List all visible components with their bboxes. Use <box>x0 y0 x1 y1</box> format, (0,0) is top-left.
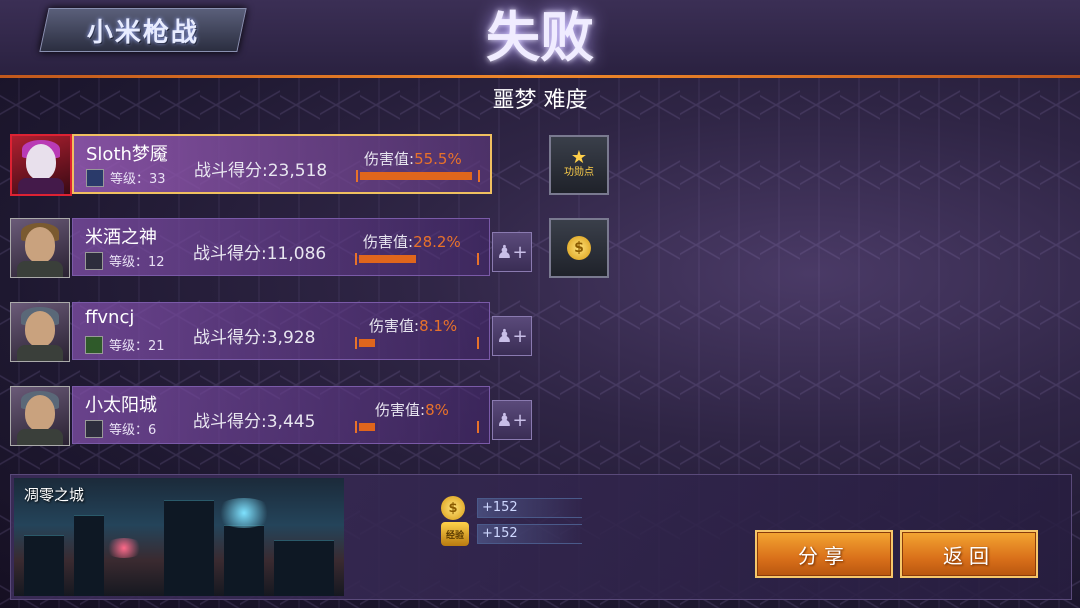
merit-icon: ★ 功勋点 <box>564 146 594 178</box>
player-panel: 小太阳城 等级：6 战斗得分:3,445 伤害值:8% <box>72 386 490 444</box>
player-row: 小太阳城 等级：6 战斗得分:3,445 伤害值:8% ♟+ <box>10 386 532 446</box>
damage-bar-fill <box>360 172 472 180</box>
player-row: Sloth梦魇 等级：33 战斗得分:23,518 伤害值:55.5% <box>10 134 492 196</box>
player-panel: 米酒之神 等级：12 战斗得分:11,086 伤害值:28.2% <box>72 218 490 276</box>
exp-icon: 经验 <box>441 522 469 546</box>
gold-coin-icon: $ <box>441 496 465 520</box>
player-name: 小太阳城 <box>85 395 157 416</box>
exp-reward: 经验 +152 <box>441 522 582 546</box>
damage-bar-fill <box>359 255 416 263</box>
gold-award-badge[interactable]: $ <box>549 218 609 278</box>
add-friend-button[interactable]: ♟+ <box>492 232 532 272</box>
rank-icon <box>85 335 103 354</box>
player-level: 等级：33 <box>110 172 166 187</box>
player-avatar <box>10 218 70 278</box>
back-button[interactable]: 返回 <box>900 530 1038 578</box>
damage-percent: 55.5% <box>414 150 462 168</box>
gold-reward-value: +152 <box>477 498 582 518</box>
player-avatar <box>10 302 70 362</box>
gold-coin-icon: $ <box>567 236 591 260</box>
player-level: 等级：21 <box>109 339 165 354</box>
map-image: 凋零之城 <box>14 478 344 596</box>
player-level: 等级：12 <box>109 255 165 270</box>
player-score: 战斗得分:11,086 <box>193 244 327 264</box>
map-name: 凋零之城 <box>24 486 85 504</box>
damage-percent: 28.2% <box>413 233 461 251</box>
add-friend-icon: ♟+ <box>496 241 528 263</box>
player-avatar <box>10 134 72 196</box>
player-level: 等级：6 <box>109 423 157 438</box>
damage-label: 伤害值:8.1% <box>369 317 458 335</box>
player-score: 战斗得分:23,518 <box>194 161 328 181</box>
player-score: 战斗得分:3,928 <box>193 328 316 348</box>
damage-label: 伤害值:55.5% <box>364 150 462 168</box>
game-logo: 小米枪战 <box>39 8 247 52</box>
gold-reward: $ +152 <box>441 496 582 520</box>
rank-icon <box>86 168 104 187</box>
damage-bar <box>356 170 480 182</box>
damage-percent: 8% <box>425 401 449 419</box>
player-row: 米酒之神 等级：12 战斗得分:11,086 伤害值:28.2% ♟+ <box>10 218 532 278</box>
player-name: 米酒之神 <box>85 227 157 248</box>
add-friend-button[interactable]: ♟+ <box>492 316 532 356</box>
damage-label: 伤害值:8% <box>375 401 449 419</box>
damage-bar <box>355 253 479 265</box>
rank-icon <box>85 419 103 438</box>
player-score: 战斗得分:3,445 <box>193 412 316 432</box>
add-friend-icon: ♟+ <box>496 409 528 431</box>
damage-bar-fill <box>359 423 375 431</box>
player-row: ffvncj 等级：21 战斗得分:3,928 伤害值:8.1% ♟+ <box>10 302 532 362</box>
add-friend-icon: ♟+ <box>496 325 528 347</box>
damage-bar <box>355 337 479 349</box>
result-title: 失败 <box>486 6 594 69</box>
share-button[interactable]: 分享 <box>755 530 893 578</box>
damage-percent: 8.1% <box>419 317 458 335</box>
damage-bar <box>355 421 479 433</box>
rank-icon <box>85 251 103 270</box>
player-panel: Sloth梦魇 等级：33 战斗得分:23,518 伤害值:55.5% <box>72 134 492 194</box>
merit-award-badge[interactable]: ★ 功勋点 <box>549 135 609 195</box>
game-logo-text: 小米枪战 <box>86 17 199 48</box>
player-avatar <box>10 386 70 446</box>
player-name: ffvncj <box>85 307 135 328</box>
player-name: Sloth梦魇 <box>86 144 168 165</box>
damage-label: 伤害值:28.2% <box>363 233 461 251</box>
add-friend-button[interactable]: ♟+ <box>492 400 532 440</box>
player-panel: ffvncj 等级：21 战斗得分:3,928 伤害值:8.1% <box>72 302 490 360</box>
difficulty-label: 噩梦 难度 <box>492 88 588 113</box>
exp-reward-value: +152 <box>477 524 582 544</box>
damage-bar-fill <box>359 339 375 347</box>
